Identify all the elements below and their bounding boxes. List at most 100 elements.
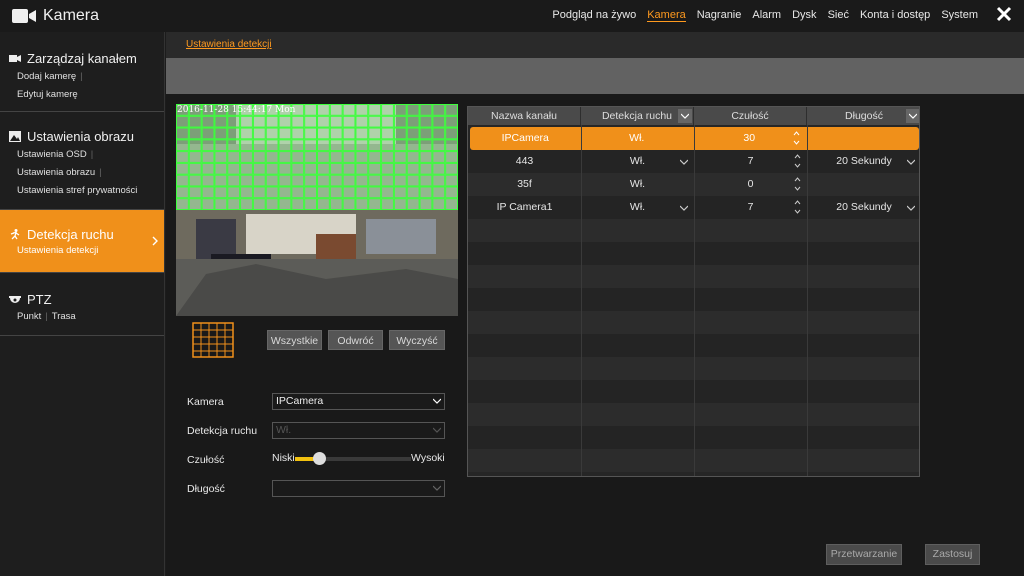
motion-grid-cell[interactable] [368, 174, 382, 187]
motion-grid-cell[interactable] [227, 139, 241, 152]
motion-grid-cell[interactable] [227, 127, 241, 140]
motion-grid-cell[interactable] [355, 162, 369, 175]
motion-grid-cell[interactable] [240, 139, 253, 152]
motion-grid-cell[interactable] [214, 127, 228, 140]
motion-grid-cell[interactable] [317, 198, 330, 210]
motion-grid-cell[interactable] [304, 115, 318, 128]
motion-grid-cell[interactable] [265, 174, 279, 187]
header-duration[interactable]: Długość [807, 107, 919, 125]
motion-grid-cell[interactable] [317, 104, 330, 116]
motion-grid-cell[interactable] [317, 139, 330, 152]
sidebar-item-image-settings[interactable]: Ustawienia obrazu [0, 112, 164, 144]
motion-grid-cell[interactable] [406, 151, 420, 163]
motion-grid-cell[interactable] [278, 115, 292, 128]
chevron-down-icon[interactable] [680, 205, 688, 211]
motion-grid-cell[interactable] [240, 127, 253, 140]
motion-grid-cell[interactable] [188, 127, 202, 140]
motion-grid-cell[interactable] [265, 139, 279, 152]
motion-grid-cell[interactable] [368, 115, 382, 128]
motion-grid-cell[interactable] [432, 127, 446, 140]
motion-grid-cell[interactable] [355, 139, 369, 152]
motion-grid-cell[interactable] [291, 174, 305, 187]
duration-select[interactable] [272, 480, 445, 497]
motion-grid-cell[interactable] [252, 115, 266, 128]
motion-grid-cell[interactable] [445, 104, 458, 116]
motion-grid-cell[interactable] [317, 127, 330, 140]
motion-grid-cell[interactable] [445, 151, 458, 163]
motion-grid-cell[interactable] [240, 151, 253, 163]
motion-grid-cell[interactable] [304, 139, 318, 152]
close-icon[interactable] [996, 6, 1012, 22]
motion-grid-cell[interactable] [291, 115, 305, 128]
motion-grid-cell[interactable] [240, 198, 253, 210]
motion-grid-cell[interactable] [188, 186, 202, 199]
motion-grid-cell[interactable] [188, 162, 202, 175]
motion-grid-cell[interactable] [368, 198, 382, 210]
motion-grid-cell[interactable] [445, 174, 458, 187]
motion-grid-cell[interactable] [368, 162, 382, 175]
motion-grid-cell[interactable] [432, 151, 446, 163]
motion-grid-cell[interactable] [252, 151, 266, 163]
motion-grid-cell[interactable] [227, 115, 241, 128]
sidebar-subitem-edit-camera[interactable]: Edytuj kamerę [0, 86, 164, 104]
motion-grid-cell[interactable] [176, 127, 189, 140]
header-duration-dropdown[interactable] [906, 109, 919, 123]
motion-grid-cell[interactable] [355, 198, 369, 210]
chevron-down-icon[interactable] [907, 205, 915, 211]
motion-grid-cell[interactable] [368, 127, 382, 140]
motion-grid-cell[interactable] [240, 174, 253, 187]
spinner-icon[interactable] [793, 130, 800, 146]
motion-grid-cell[interactable] [252, 139, 266, 152]
motion-grid-cell[interactable] [214, 151, 228, 163]
motion-grid-cell[interactable] [227, 186, 241, 199]
video-preview[interactable]: 2016-11-28 15:44:17 Mon [176, 104, 458, 316]
motion-grid-cell[interactable] [188, 151, 202, 163]
motion-grid-cell[interactable] [265, 127, 279, 140]
camera-select[interactable]: IPCamera [272, 393, 445, 410]
motion-grid-cell[interactable] [317, 186, 330, 199]
motion-grid-cell[interactable] [291, 162, 305, 175]
motion-grid-cell[interactable] [329, 174, 343, 187]
motion-grid-cell[interactable] [252, 162, 266, 175]
apply-button[interactable]: Zastosuj [925, 544, 980, 565]
motion-grid-cell[interactable] [176, 115, 189, 128]
motion-grid-cell[interactable] [432, 104, 446, 116]
sidebar-item-channel-management[interactable]: Zarządzaj kanałem [0, 32, 164, 66]
motion-grid-cell[interactable] [355, 186, 369, 199]
motion-grid-cell[interactable] [214, 115, 228, 128]
motion-grid-cell[interactable] [227, 174, 241, 187]
motion-grid-cell[interactable] [329, 115, 343, 128]
motion-grid-cell[interactable] [291, 127, 305, 140]
motion-grid-cell[interactable] [432, 162, 446, 175]
motion-grid-cell[interactable] [214, 198, 228, 210]
motion-grid-cell[interactable] [342, 115, 356, 128]
motion-grid-cell[interactable] [278, 186, 292, 199]
motion-grid-cell[interactable] [419, 115, 433, 128]
motion-grid-cell[interactable] [381, 139, 394, 152]
motion-grid-cell[interactable] [304, 104, 318, 116]
motion-grid-cell[interactable] [278, 198, 292, 210]
nav-live-view[interactable]: Podgląd na żywo [552, 9, 636, 22]
invert-button[interactable]: Odwróć [328, 330, 383, 350]
motion-grid-cell[interactable] [304, 127, 318, 140]
motion-grid-cell[interactable] [419, 198, 433, 210]
motion-grid-cell[interactable] [227, 151, 241, 163]
motion-grid-cell[interactable] [381, 115, 394, 128]
motion-grid-cell[interactable] [240, 115, 253, 128]
motion-grid-cell[interactable] [329, 104, 343, 116]
motion-grid-cell[interactable] [317, 151, 330, 163]
motion-grid-cell[interactable] [240, 186, 253, 199]
motion-grid-cell[interactable] [406, 127, 420, 140]
motion-grid-cell[interactable] [329, 162, 343, 175]
motion-grid-cell[interactable] [342, 174, 356, 187]
motion-grid-cell[interactable] [393, 139, 407, 152]
motion-grid-cell[interactable] [227, 162, 241, 175]
motion-grid-cell[interactable] [329, 186, 343, 199]
motion-grid-cell[interactable] [227, 198, 241, 210]
motion-grid-cell[interactable] [419, 186, 433, 199]
motion-grid-cell[interactable] [214, 162, 228, 175]
motion-grid-cell[interactable] [304, 198, 318, 210]
motion-grid-cell[interactable] [201, 139, 215, 152]
motion-grid-cell[interactable] [304, 151, 318, 163]
motion-grid-cell[interactable] [317, 162, 330, 175]
